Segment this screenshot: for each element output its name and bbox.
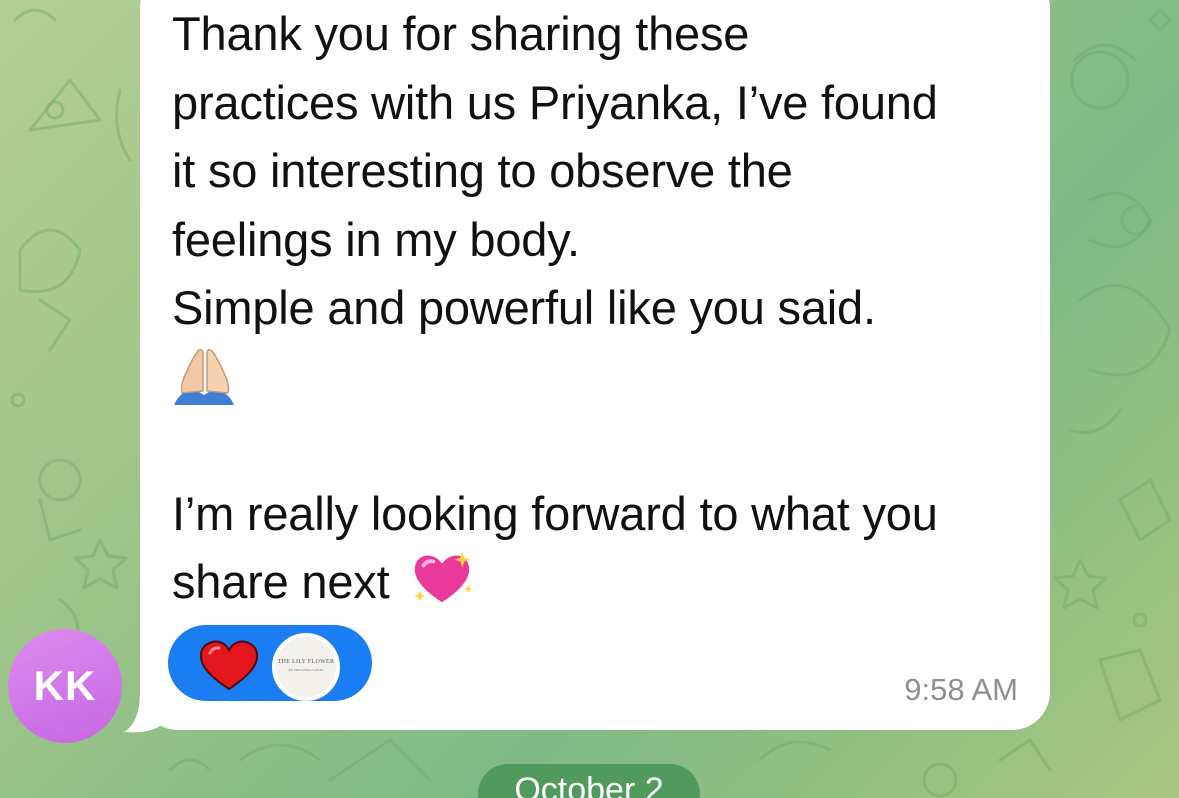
message-timestamp: 9:58 AM <box>904 672 1018 707</box>
message-line: practices with us Priyanka, I’ve found <box>172 75 938 129</box>
reaction-pill[interactable]: THE LILY FLOWER BY PRIYANKA GAVAL <box>168 625 372 701</box>
reactor-avatar: THE LILY FLOWER BY PRIYANKA GAVAL <box>272 633 340 701</box>
message-line <box>172 411 1032 480</box>
sender-avatar[interactable]: KK <box>8 629 122 743</box>
message-line-last: share next <box>172 548 1032 617</box>
message-line: I’m really looking forward to what you <box>172 486 938 540</box>
message-line: feelings in my body. <box>172 212 580 266</box>
sparkling-heart-icon <box>414 551 473 602</box>
message-line-text: share next <box>172 555 390 608</box>
message-text: Thank you for sharing these practices wi… <box>172 0 1032 617</box>
message-line: it so interesting to observe the <box>172 144 793 197</box>
message-line: Thank you for sharing these <box>172 7 750 60</box>
red-heart-icon <box>199 640 259 691</box>
reactor-avatar-text: THE LILY FLOWER <box>277 659 335 665</box>
date-separator: October 2 <box>478 764 700 798</box>
message-emoji-line <box>172 343 1032 412</box>
reactor-avatar-subtext: BY PRIYANKA GAVAL <box>288 668 324 672</box>
message-line: Simple and powerful like you said. <box>172 281 876 334</box>
pray-hands-icon <box>174 349 234 406</box>
